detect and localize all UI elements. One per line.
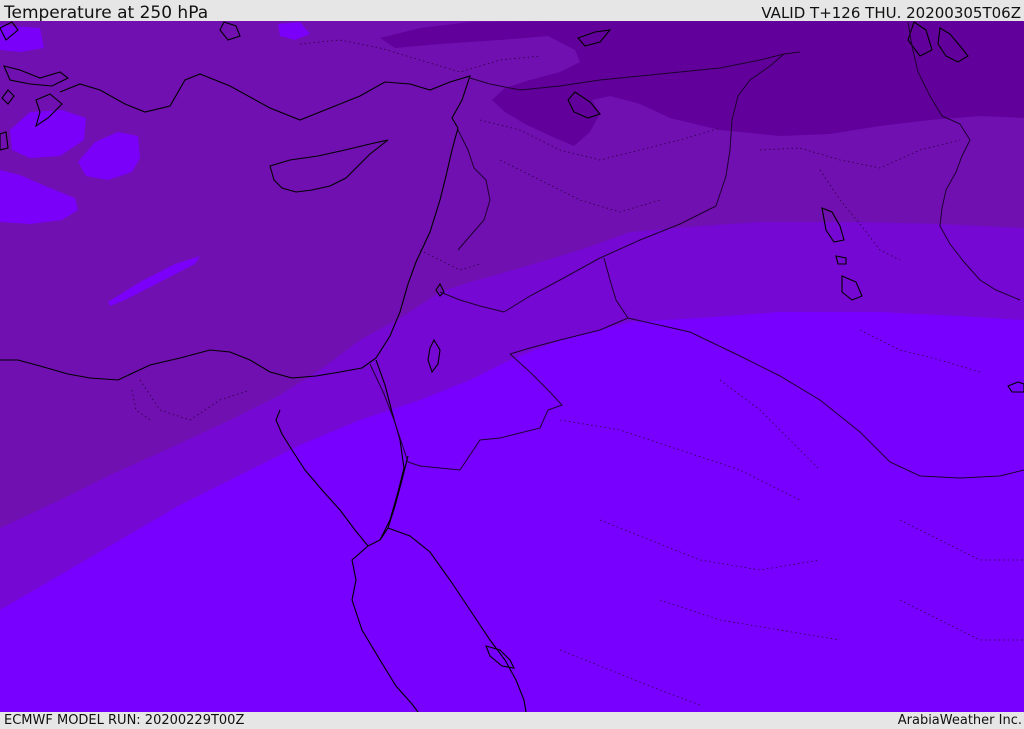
credit: ArabiaWeather Inc. (897, 713, 1022, 728)
map-title: Temperature at 250 hPa (4, 3, 209, 23)
map-footer: ECMWF MODEL RUN: 20200229T00Z ArabiaWeat… (0, 712, 1024, 729)
map-header: Temperature at 250 hPa VALID T+126 THU. … (0, 0, 1024, 23)
valid-time: VALID T+126 THU. 20200305T06Z (761, 4, 1021, 22)
model-run: ECMWF MODEL RUN: 20200229T00Z (4, 713, 245, 728)
temperature-map-svg (0, 21, 1024, 712)
warm-pocket-4 (0, 25, 44, 52)
weather-map (0, 21, 1024, 712)
